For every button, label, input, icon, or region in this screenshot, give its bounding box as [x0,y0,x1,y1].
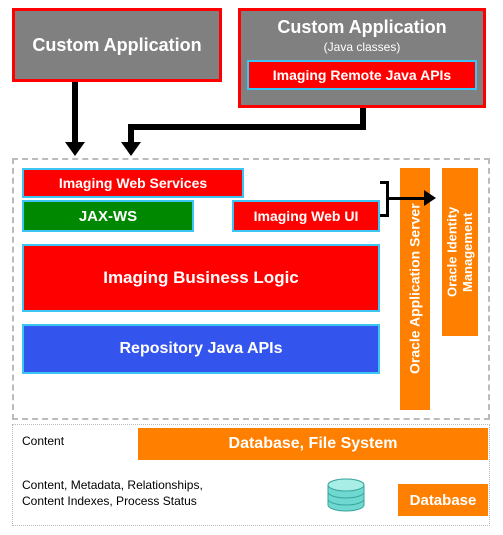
bracket-to-identity [386,197,426,200]
app-server-label: Oracle Application Server [407,204,422,375]
bracket-arrow-head [424,190,436,206]
repo-apis-label: Repository Java APIs [119,340,282,358]
imaging-web-services-box: Imaging Web Services [22,168,244,198]
custom-app2-title: Custom Application [277,17,446,38]
arrow-app2-h [128,124,366,130]
db-fs-label: Database, File System [229,435,398,453]
arrow-app2-head [121,142,141,156]
imaging-business-logic-box: Imaging Business Logic [22,244,380,312]
repository-java-apis-box: Repository Java APIs [22,324,380,374]
oracle-identity-management-box: Oracle Identity Management [440,166,480,338]
content-description: Content, Metadata, Relationships, Conten… [22,478,203,509]
webui-label: Imaging Web UI [254,208,359,224]
database-label: Database [410,492,477,509]
imaging-ws-label: Imaging Web Services [59,175,207,191]
arrow-app1-head [65,142,85,156]
identity-label: Oracle Identity Management [444,168,475,336]
content-label: Content [22,434,64,448]
database-icon [324,476,368,520]
arrow-app2-v2 [128,124,134,144]
jax-ws-box: JAX-WS [22,200,194,232]
database-file-system-box: Database, File System [138,428,488,460]
database-box: Database [398,484,488,516]
custom-application-box-1: Custom Application [12,8,222,82]
biz-logic-label: Imaging Business Logic [103,268,299,288]
custom-app1-label: Custom Application [32,35,201,56]
remote-apis-label: Imaging Remote Java APIs [273,67,451,83]
custom-application-box-2: Custom Application (Java classes) Imagin… [238,8,486,108]
jaxws-label: JAX-WS [79,208,137,225]
arrow-app1-down [72,82,78,144]
imaging-web-ui-box: Imaging Web UI [232,200,380,232]
custom-app2-subtitle: (Java classes) [324,40,401,54]
imaging-remote-java-apis-box: Imaging Remote Java APIs [247,60,477,90]
